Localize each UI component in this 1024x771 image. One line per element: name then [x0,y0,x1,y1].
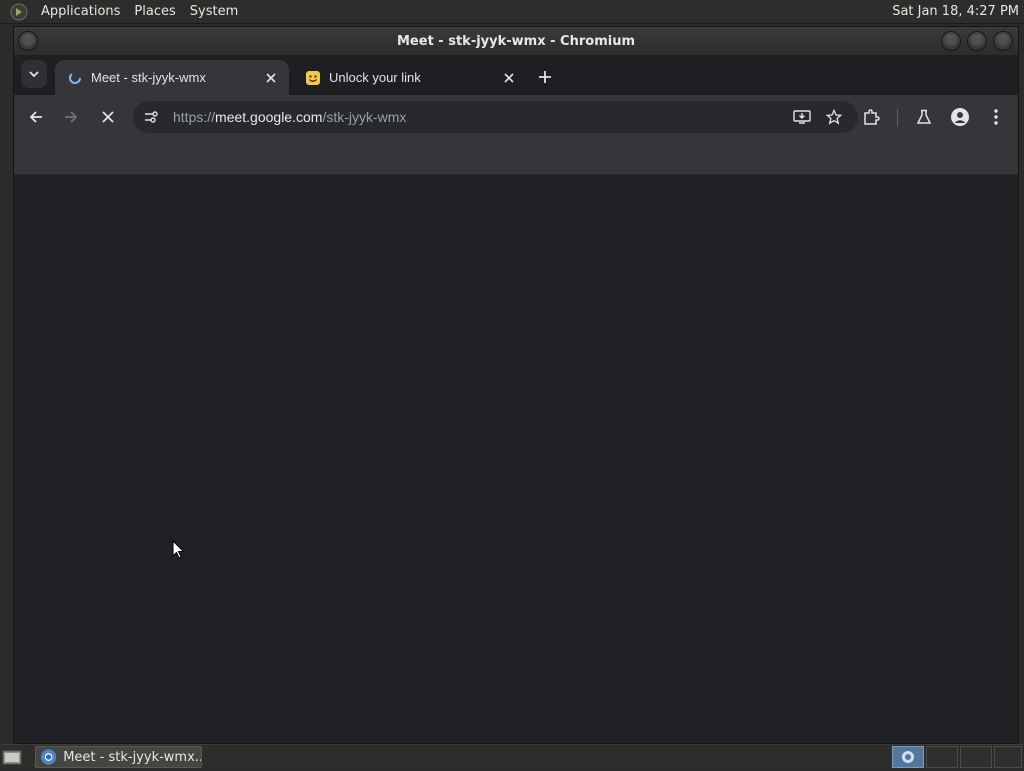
avatar-icon [951,108,969,126]
back-button[interactable] [24,105,48,129]
kebab-menu-icon [994,109,998,125]
puzzle-piece-icon [864,109,880,125]
new-tab-button[interactable] [533,65,557,89]
tab-title: Unlock your link [329,70,421,85]
top-panel: Applications Places System Sat Jan 18, 4… [0,0,1024,24]
flask-icon [916,109,932,124]
chromium-icon [40,749,57,765]
forward-button[interactable] [59,105,83,129]
show-desktop-icon[interactable] [2,748,22,766]
tab-unlock-link[interactable]: Unlock your link [293,60,527,95]
toolbar-divider [897,109,898,127]
meet-loading-icon [67,70,83,86]
tab-close-icon[interactable] [499,68,519,88]
install-app-icon[interactable] [792,107,812,127]
window-title: Meet - stk-jyyk-wmx - Chromium [397,33,635,49]
workspace-3[interactable] [960,746,992,768]
tab-title: Meet - stk-jyyk-wmx [91,70,206,85]
gnome-foot-icon[interactable] [9,2,29,22]
star-bookmark-icon[interactable] [824,107,844,127]
profile-button[interactable] [948,105,972,129]
maximize-button[interactable] [967,31,987,51]
tab-search-button[interactable] [21,60,47,88]
browser-window: Meet - stk-jyyk-wmx - Chromium Meet - st… [13,26,1019,744]
system-menu[interactable]: System [183,0,245,24]
taskbar-window-button[interactable]: Meet - stk-jyyk-wmx... [35,746,202,768]
workspace-1[interactable] [892,746,924,768]
url-scheme: https:// [173,109,216,125]
close-window-button[interactable] [993,31,1013,51]
places-menu[interactable]: Places [127,0,182,24]
chrome-menu-button[interactable] [984,105,1008,129]
applications-menu[interactable]: Applications [34,0,127,24]
page-content[interactable] [14,175,1018,743]
tab-meet[interactable]: Meet - stk-jyyk-wmx [55,60,289,95]
arrow-right-icon [65,111,78,123]
workspace-4[interactable] [994,746,1022,768]
labs-button[interactable] [912,105,936,129]
stop-loading-button[interactable] [96,105,120,129]
url-path: /stk-jyyk-wmx [322,109,407,125]
mouse-pointer-icon [172,540,185,559]
chevron-down-icon [29,71,39,78]
extensions-button[interactable] [859,105,883,129]
arrow-left-icon [29,111,42,123]
workspace-2[interactable] [926,746,958,768]
window-titlebar[interactable]: Meet - stk-jyyk-wmx - Chromium [14,27,1018,55]
browser-toolbar: https://meet.google.com/stk-jyyk-wmx [14,95,1018,139]
taskbar-window-label: Meet - stk-jyyk-wmx... [63,749,201,765]
panel-clock[interactable]: Sat Jan 18, 4:27 PM [892,4,1024,19]
smiley-face-icon [305,70,321,86]
minimize-button[interactable] [941,31,961,51]
tab-close-icon[interactable] [261,68,281,88]
address-bar[interactable]: https://meet.google.com/stk-jyyk-wmx [133,101,858,133]
site-info-icon[interactable] [143,109,159,125]
bottom-taskbar: Meet - stk-jyyk-wmx... [0,744,1024,768]
url-host: meet.google.com [215,109,323,125]
tab-strip: Meet - stk-jyyk-wmx Unlock your link [14,55,1018,95]
bookmarks-bar [14,139,1018,175]
chromium-icon [902,751,914,763]
window-menu-button[interactable] [18,31,38,51]
stop-x-icon [102,111,114,123]
plus-icon [539,71,551,83]
